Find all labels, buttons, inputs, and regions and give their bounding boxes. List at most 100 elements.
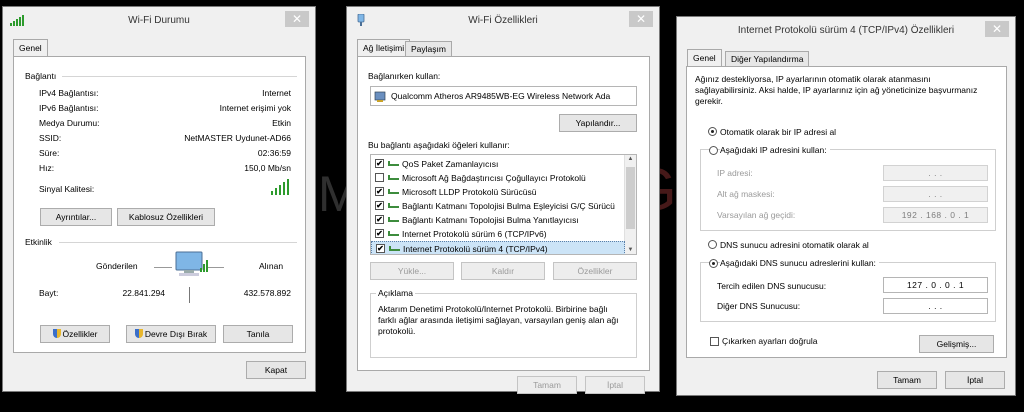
tab-alternate-configuration[interactable]: Diğer Yapılandırma <box>725 51 810 66</box>
item-label: QoS Paket Zamanlayıcısı <box>402 159 499 169</box>
properties-button[interactable]: Özellikler <box>40 325 110 343</box>
description-line-3: protokolü. <box>378 326 416 336</box>
item-label: Internet Protokolü sürüm 6 (TCP/IPv6) <box>402 229 547 239</box>
media-label: Medya Durumu: <box>39 118 100 128</box>
tab-sharing[interactable]: Paylaşım <box>405 41 452 56</box>
networking-panel: Bağlanırken kullan: Qualcomm Atheros AR9… <box>357 56 650 371</box>
window-title: Wi-Fi Özellikleri <box>468 15 538 26</box>
shield-icon <box>134 329 143 338</box>
default-gateway-field[interactable]: 192 . 168 . 0 . 1 <box>883 207 988 223</box>
auto-dns-label[interactable]: DNS sunucu adresini otomatik olarak al <box>720 240 869 250</box>
validate-on-exit-label[interactable]: Çıkarken ayarları doğrula <box>722 336 817 346</box>
titlebar: Internet Protokolü sürüm 4 (TCP/IPv4) Öz… <box>677 17 1015 45</box>
properties-button-label: Özellikler <box>62 329 98 339</box>
duration-value: 02:36:59 <box>257 148 291 158</box>
item-label: Microsoft LLDP Protokolü Sürücüsü <box>402 187 537 197</box>
ok-button[interactable]: Tamam <box>517 376 577 394</box>
item-checkbox[interactable]: ✔ <box>375 187 384 196</box>
auto-ip-radio[interactable] <box>708 127 717 136</box>
tab-networking[interactable]: Ağ İletişimi <box>357 39 411 56</box>
list-item[interactable]: ✔ Bağlantı Katmanı Topolojisi Bulma Yanıt… <box>371 213 625 227</box>
configure-button[interactable]: Yapılandır... <box>559 114 637 132</box>
protocol-icon <box>388 189 399 194</box>
item-checkbox[interactable]: ✔ <box>375 215 384 224</box>
components-list[interactable]: ▲ ▼ ✔ QoS Paket Zamanlayıcısı Microsoft Ağ… <box>370 154 637 255</box>
list-item[interactable]: ✔ Bağlantı Katmanı Topolojisi Bulma Eşley… <box>371 199 625 213</box>
ipv4-value: Internet <box>262 88 291 98</box>
protocol-icon <box>389 246 400 251</box>
disable-button[interactable]: Devre Dışı Bırak <box>126 325 216 343</box>
list-item[interactable]: ✔ Microsoft LLDP Protokolü Sürücüsü <box>371 185 625 199</box>
protocol-icon <box>388 203 399 208</box>
shield-icon <box>52 329 61 338</box>
bytes-sent-value: 22.841.294 <box>122 288 165 298</box>
subnet-mask-field[interactable]: . . . <box>883 186 988 202</box>
list-item[interactable]: ✔ Internet Protokolü sürüm 6 (TCP/IPv6) <box>371 227 625 241</box>
auto-ip-label[interactable]: Otomatik olarak bir IP adresi al <box>720 127 836 137</box>
diagnose-button[interactable]: Tanıla <box>223 325 293 343</box>
ip-address-field[interactable]: . . . <box>883 165 988 181</box>
item-checkbox[interactable]: ✔ <box>376 244 385 253</box>
manual-dns-group: Aşağıdaki DNS sunucu adreslerini kullan:… <box>700 258 996 322</box>
ipv6-value: Internet erişimi yok <box>219 103 291 113</box>
validate-on-exit-checkbox[interactable] <box>710 337 719 346</box>
alternate-dns-field[interactable]: . . . <box>883 298 988 314</box>
signal-label: Sinyal Kalitesi: <box>39 184 95 194</box>
bytes-received-value: 432.578.892 <box>243 288 291 298</box>
wireless-properties-button[interactable]: Kablosuz Özellikleri <box>117 208 215 226</box>
close-button[interactable]: ✕ <box>985 21 1009 37</box>
preferred-dns-field[interactable]: 127 . 0 . 0 . 1 <box>883 277 988 293</box>
cancel-button[interactable]: İptal <box>585 376 645 394</box>
cancel-button[interactable]: İptal <box>945 371 1005 389</box>
manual-dns-label[interactable]: Aşağıdaki DNS sunucu adreslerini kullan: <box>720 258 879 268</box>
manual-ip-label[interactable]: Aşağıdaki IP adresini kullan: <box>720 145 830 155</box>
details-button[interactable]: Ayrıntılar... <box>40 208 112 226</box>
window-title: Wi-Fi Durumu <box>128 15 190 26</box>
manual-dns-radio[interactable] <box>709 259 718 268</box>
items-label: Bu bağlantı aşağıdaki öğeleri kullanır: <box>368 140 510 150</box>
media-value: Etkin <box>272 118 291 128</box>
item-checkbox[interactable]: ✔ <box>375 229 384 238</box>
disable-button-label: Devre Dışı Bırak <box>144 329 208 339</box>
protocol-icon <box>388 175 399 180</box>
advanced-button[interactable]: Gelişmiş... <box>919 335 994 353</box>
general-panel: Bağlantı IPv4 Bağlantısı: Internet IPv6 … <box>13 56 306 353</box>
remove-button[interactable]: Kaldır <box>461 262 545 280</box>
network-computer-icon <box>175 251 208 276</box>
list-scrollbar[interactable]: ▲ ▼ <box>624 155 636 254</box>
scroll-down-icon[interactable]: ▼ <box>625 247 636 253</box>
bytes-label: Bayt: <box>39 288 59 298</box>
list-item[interactable]: ✔ Internet Protokolü sürüm 4 (TCP/IPv4) <box>371 241 625 254</box>
duration-label: Süre: <box>39 148 60 158</box>
alternate-dns-label: Diğer DNS Sunucusu: <box>717 301 801 311</box>
item-checkbox[interactable]: ✔ <box>375 159 384 168</box>
description-line-2: farklı ağlar arasında iletişimi sağlayan… <box>378 315 619 325</box>
install-button[interactable]: Yükle... <box>370 262 454 280</box>
titlebar: Wi-Fi Durumu ✕ <box>3 7 315 35</box>
item-label: Internet Protokolü sürüm 4 (TCP/IPv4) <box>403 244 548 254</box>
wifi-status-window: Wi-Fi Durumu ✕ Genel Bağlantı IPv4 Bağla… <box>2 6 316 392</box>
received-label: Alınan <box>259 261 284 271</box>
item-properties-button[interactable]: Özellikler <box>553 262 637 280</box>
activity-header: Etkinlik <box>25 237 52 247</box>
ssid-value: NetMASTER Uydunet-AD66 <box>184 133 291 143</box>
list-item[interactable]: ✔ QoS Paket Zamanlayıcısı <box>371 157 625 171</box>
close-button[interactable]: ✕ <box>629 11 653 27</box>
scroll-thumb[interactable] <box>626 167 635 229</box>
item-label: Bağlantı Katmanı Topolojisi Bulma Yanıtl… <box>402 215 579 225</box>
close-button[interactable]: ✕ <box>285 11 309 27</box>
auto-dns-radio[interactable] <box>708 240 717 249</box>
protocol-icon <box>388 217 399 222</box>
scroll-up-icon[interactable]: ▲ <box>625 156 636 162</box>
item-checkbox[interactable] <box>375 173 384 182</box>
adapter-field: Qualcomm Atheros AR9485WB-EG Wireless Ne… <box>370 86 637 106</box>
manual-ip-radio[interactable] <box>709 146 718 155</box>
wifi-properties-window: Wi-Fi Özellikleri ✕ Ağ İletişimi Paylaşı… <box>346 6 660 394</box>
list-item[interactable]: Microsoft Ağ Bağdaştırıcısı Çoğullayıcı … <box>371 171 625 185</box>
intro-line-3: gerekir. <box>695 96 723 106</box>
ok-button[interactable]: Tamam <box>877 371 937 389</box>
close-dialog-button[interactable]: Kapat <box>246 361 306 379</box>
tab-general[interactable]: Genel <box>13 39 48 56</box>
item-checkbox[interactable]: ✔ <box>375 201 384 210</box>
tab-general[interactable]: Genel <box>687 49 722 66</box>
